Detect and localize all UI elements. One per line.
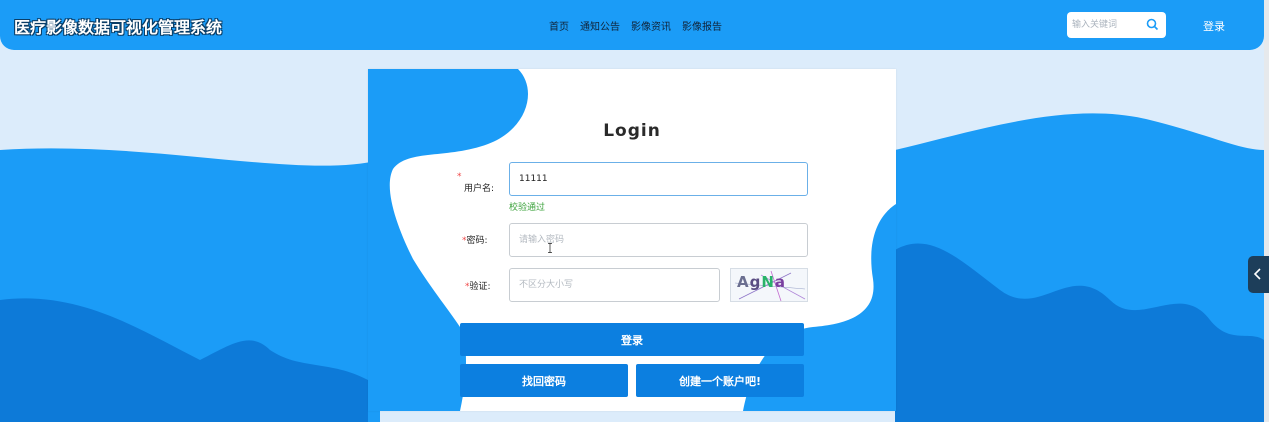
search-icon[interactable] [1146, 18, 1159, 31]
username-validation-hint: 校验通过 [509, 203, 546, 213]
username-label: 用户名: [464, 184, 495, 194]
username-required-mark: * [457, 172, 462, 182]
site-title: 医疗影像数据可视化管理系统 [14, 18, 223, 37]
captcha-char: N [761, 273, 775, 291]
password-label-wrap: *密码: [462, 236, 488, 246]
captcha-label-wrap: *验证: [465, 282, 491, 292]
login-button[interactable]: 登录 [460, 323, 804, 356]
nav-item-imaging-reports[interactable]: 影像报告 [682, 18, 722, 33]
chevron-left-icon [1253, 268, 1261, 280]
forgot-password-button[interactable]: 找回密码 [460, 364, 628, 397]
side-panel-toggle[interactable] [1248, 256, 1269, 293]
search-input[interactable] [1070, 12, 1144, 38]
captcha-char: g [749, 273, 762, 291]
search-box [1067, 12, 1166, 38]
captcha-code: AgNa [737, 273, 786, 291]
page-scrollbar[interactable] [1264, 0, 1269, 422]
header-login-link[interactable]: 登录 [1203, 18, 1225, 34]
login-title: Login [603, 121, 661, 141]
captcha-image[interactable]: AgNa [730, 268, 808, 302]
nav-item-notices[interactable]: 通知公告 [580, 18, 620, 33]
captcha-char: A [737, 273, 750, 291]
login-card: Login * 用户名: 校验通过 *密码: *验证: AgNa 登录 找回密码… [368, 69, 896, 411]
nav-item-imaging-news[interactable]: 影像资讯 [631, 18, 671, 33]
main-nav: 首页 通知公告 影像资讯 影像报告 [549, 18, 722, 33]
password-field[interactable] [509, 223, 808, 257]
username-field[interactable] [509, 162, 808, 196]
password-label: 密码: [466, 236, 488, 246]
create-account-button[interactable]: 创建一个账户吧! [636, 364, 804, 397]
text-cursor-icon [548, 243, 552, 253]
captcha-char: a [774, 273, 787, 291]
nav-item-home[interactable]: 首页 [549, 18, 569, 33]
captcha-field[interactable] [509, 268, 720, 302]
captcha-label: 验证: [469, 282, 491, 292]
top-navbar: 医疗影像数据可视化管理系统 首页 通知公告 影像资讯 影像报告 登录 [0, 0, 1264, 50]
